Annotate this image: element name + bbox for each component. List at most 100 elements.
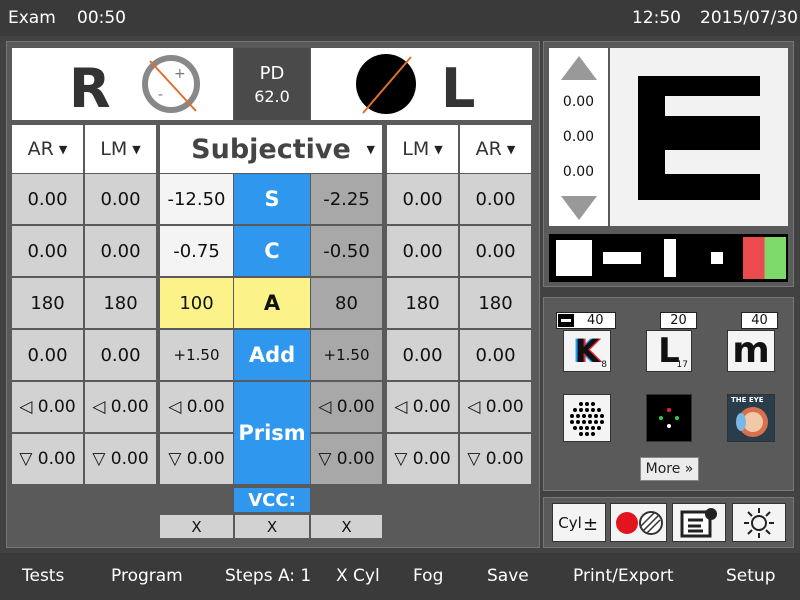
subjective-dropdown[interactable]: Subjective ▼ [160,125,382,173]
tests-menu-button[interactable]: Tests [22,566,64,586]
right-ar-dropdown[interactable]: AR ▼ [12,125,83,173]
right-subj-add[interactable]: +1.50 [160,330,233,380]
right-eye-label: R [69,57,111,120]
right-lm-axis[interactable]: 180 [85,278,156,328]
dot-pattern-button[interactable] [563,394,611,442]
setup-menu-button[interactable]: Setup [726,566,775,586]
right-subj-sphere[interactable]: -12.50 [160,174,233,224]
vcc-left-cell[interactable]: X [311,515,382,538]
badge: 20 [660,312,697,329]
print-export-menu-button[interactable]: Print/Export [573,566,673,586]
k-letter: K [574,332,600,370]
left-subj-sphere[interactable]: -2.25 [311,174,382,224]
right-lm-add[interactable]: 0.00 [85,330,156,380]
right-ar-axis[interactable]: 180 [12,278,83,328]
vcc-center-cell[interactable]: X [235,515,309,538]
red-green-filter-button[interactable] [742,236,787,280]
left-ar-add[interactable]: 0.00 [460,330,531,380]
left-ar-prism-vertical[interactable]: ▽ 0.00 [460,434,531,484]
left-ar-cylinder[interactable]: 0.00 [460,226,531,276]
program-menu-button[interactable]: Program [111,566,183,586]
right-lm-dropdown[interactable]: LM ▼ [85,125,156,173]
right-ar-add[interactable]: 0.00 [12,330,83,380]
add-label[interactable]: Add [234,330,310,380]
acuity-value[interactable]: 0.00 [549,94,608,110]
left-ar-prism-horizontal[interactable]: ◁ 0.00 [460,382,531,432]
chevron-down-icon: ▼ [58,142,68,156]
fog-menu-button[interactable]: Fog [413,566,443,586]
m-chart-button[interactable]: m [727,330,775,372]
left-subj-cylinder[interactable]: -0.50 [311,226,382,276]
left-lm-axis[interactable]: 180 [387,278,458,328]
eye-anatomy-button[interactable]: THE EYE [727,394,775,442]
occluder-toggle-button[interactable] [610,503,667,542]
right-ar-prism-vertical[interactable]: ▽ 0.00 [12,434,83,484]
prism-label[interactable]: Prism [234,382,310,484]
clock: 12:50 [632,8,681,28]
right-ar-prism-horizontal[interactable]: ◁ 0.00 [12,382,83,432]
report-button[interactable] [672,503,726,542]
axis-label[interactable]: A [234,278,310,328]
left-ar-dropdown[interactable]: AR ▼ [460,125,531,173]
right-ar-sphere[interactable]: 0.00 [12,174,83,224]
right-subj-prism-horizontal[interactable]: ◁ 0.00 [160,382,233,432]
mask-vertical-button[interactable] [647,236,692,280]
l-chart-button[interactable]: L 17 [646,330,692,372]
m-letter: m [732,330,770,371]
left-lm-cylinder[interactable]: 0.00 [387,226,458,276]
brightness-button[interactable] [732,503,786,542]
mask-full-button[interactable] [551,236,596,280]
left-subj-axis[interactable]: 80 [311,278,382,328]
mask-horizontal-button[interactable] [598,236,645,280]
left-eye-selector[interactable]: L [311,48,532,120]
left-subj-add[interactable]: +1.50 [311,330,382,380]
more-tests-button[interactable]: More » [640,457,699,481]
left-subj-prism-horizontal[interactable]: ◁ 0.00 [311,382,382,432]
sphere-label[interactable]: S [234,174,310,224]
acuity-value[interactable]: 0.00 [549,129,608,145]
cross-cylinder-menu-button[interactable]: X Cyl [336,566,380,586]
date: 2015/07/30 [700,8,798,28]
cylinder-label[interactable]: C [234,226,310,276]
vertical-bar-icon [663,239,676,277]
left-subj-prism-vertical[interactable]: ▽ 0.00 [311,434,382,484]
worth-four-dot-button[interactable] [646,394,692,442]
acuity-value[interactable]: 0.00 [549,164,608,180]
arrow-up-icon[interactable] [559,54,599,82]
left-lm-dropdown[interactable]: LM ▼ [387,125,458,173]
right-subj-axis[interactable]: 100 [160,278,233,328]
red-green-icon [743,237,786,279]
k-chart-button[interactable]: K 8 [563,330,611,372]
left-lm-prism-horizontal[interactable]: ◁ 0.00 [387,382,458,432]
right-lm-sphere[interactable]: 0.00 [85,174,156,224]
arrow-down-icon[interactable] [559,194,599,222]
right-ar-cylinder[interactable]: 0.00 [12,226,83,276]
left-ar-axis[interactable]: 180 [460,278,531,328]
left-lm-prism-vertical[interactable]: ▽ 0.00 [387,434,458,484]
right-eye-selector[interactable]: R + - [12,48,233,120]
right-lens-icon: + - [142,55,200,113]
mask-single-button[interactable] [694,236,739,280]
pd-label: PD [259,63,285,84]
chart-preview [610,48,788,226]
right-subj-prism-vertical[interactable]: ▽ 0.00 [160,434,233,484]
plus-minus-icon: ± [583,514,598,533]
vcc-right-cell[interactable]: X [160,515,233,538]
pd-display[interactable]: PD 62.0 [234,48,310,120]
right-lm-prism-vertical[interactable]: ▽ 0.00 [85,434,156,484]
cylinder-notation-button[interactable]: Cyl ± [552,503,606,542]
left-lm-add[interactable]: 0.00 [387,330,458,380]
left-ar-sphere[interactable]: 0.00 [460,174,531,224]
chevron-down-icon: ▼ [132,142,141,156]
vcc-label[interactable]: VCC: [234,488,310,512]
save-menu-button[interactable]: Save [487,566,529,586]
exam-timer: 00:50 [77,8,126,28]
right-subj-cylinder[interactable]: -0.75 [160,226,233,276]
left-lm-sphere[interactable]: 0.00 [387,174,458,224]
bottom-menu-bar: Tests Program Steps A: 1 X Cyl Fog Save … [0,553,800,600]
badge: 40 [741,312,778,329]
right-lm-cylinder[interactable]: 0.00 [85,226,156,276]
chevron-down-icon: ▼ [506,142,516,156]
right-lm-prism-horizontal[interactable]: ◁ 0.00 [85,382,156,432]
steps-menu-button[interactable]: Steps A: 1 [225,566,311,586]
